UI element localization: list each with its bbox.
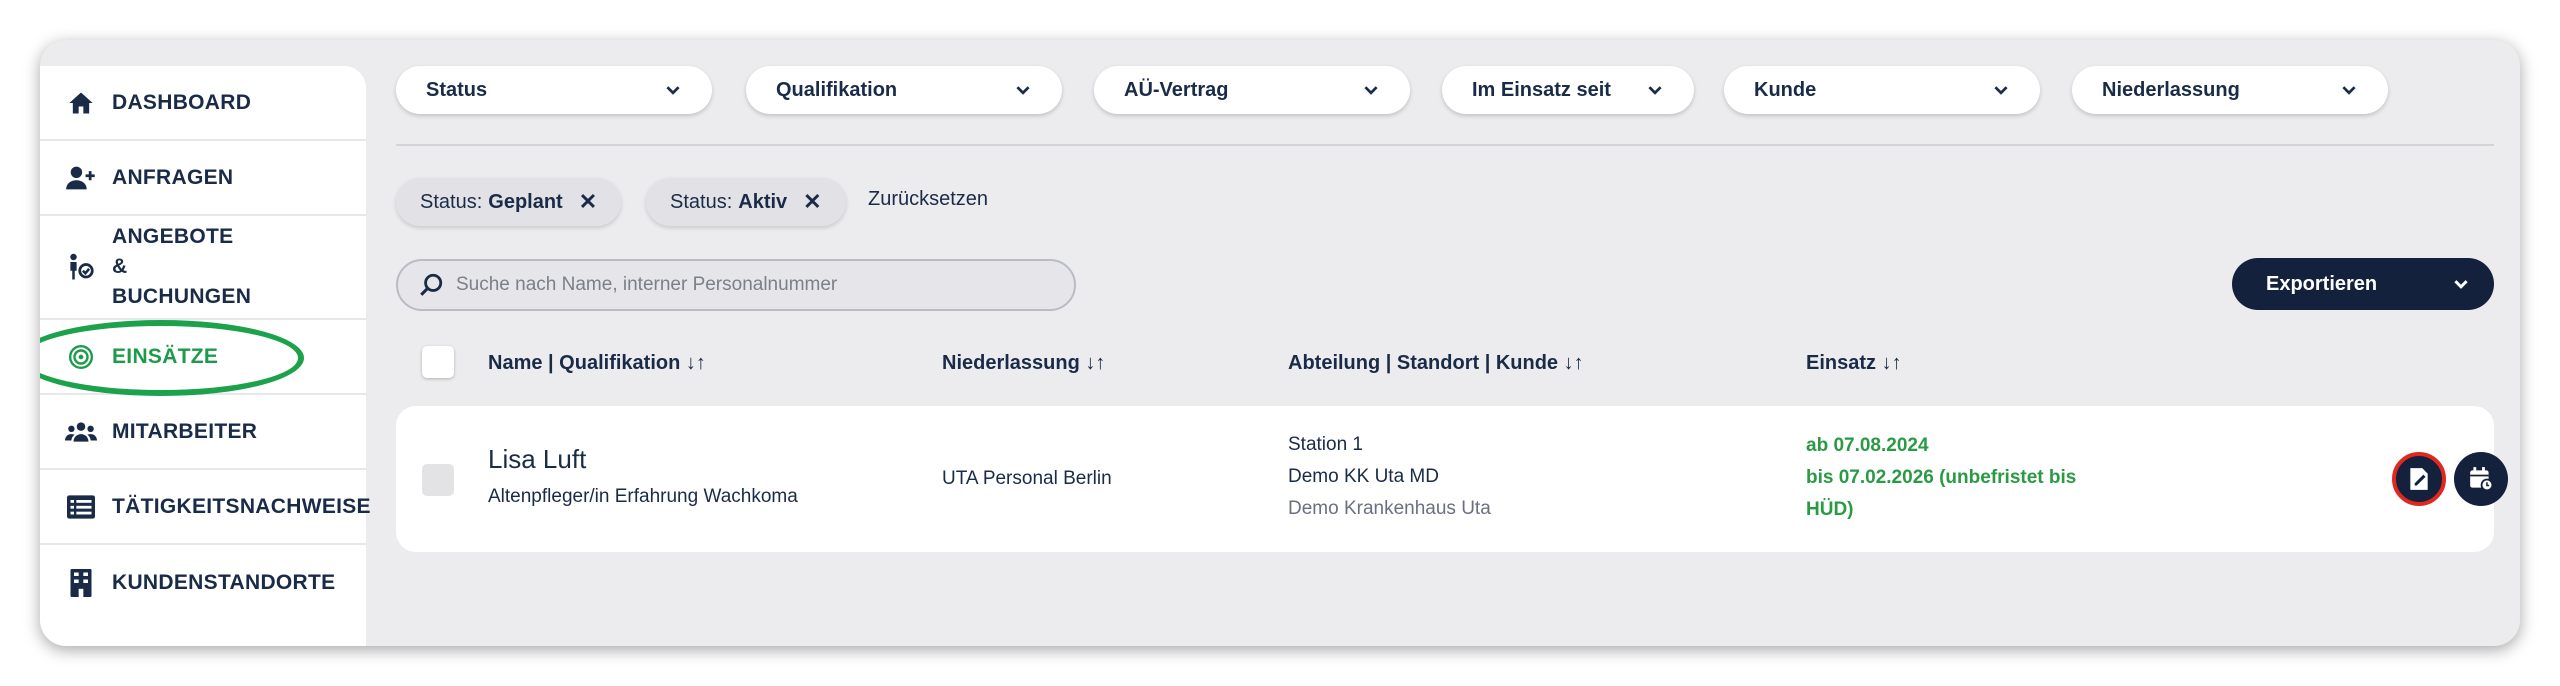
sidebar-item-label: MITARBEITER <box>112 419 258 443</box>
chevron-down-icon <box>1648 86 1662 95</box>
building-icon <box>64 566 98 600</box>
assignment-end: bis 07.02.2026 (unbefristet bis <box>1806 467 2077 488</box>
filter-label: Kunde <box>1754 78 1817 101</box>
column-header-name[interactable]: Name | Qualifikation ↓↑ <box>488 352 706 375</box>
calendar-clock-icon <box>2470 467 2494 492</box>
list-icon <box>64 490 98 524</box>
close-icon[interactable]: ✕ <box>803 189 821 215</box>
chevron-down-icon <box>1994 86 2008 95</box>
employee-qualification: Altenpfleger/in Erfahrung Wachkoma <box>488 486 798 507</box>
sidebar-item-anfragen[interactable]: ANFRAGEN <box>40 141 366 216</box>
sidebar-item-label: ANGEBOTE & BUCHUNGEN <box>112 225 252 308</box>
edit-assignment-button[interactable] <box>2392 452 2446 506</box>
filter-label: Status <box>426 78 488 101</box>
filter-qualifikation[interactable]: Qualifikation <box>746 66 1062 114</box>
customer: Demo Krankenhaus Uta <box>1288 498 1491 519</box>
chevron-down-icon <box>1364 86 1378 95</box>
sidebar: DASHBOARD ANFRAGEN ANGEBOTE & BUCHUNGEN … <box>40 66 371 646</box>
sidebar-item-mitarbeiter[interactable]: MITARBEITER <box>40 395 366 470</box>
filter-divider <box>396 144 2494 146</box>
column-header-einsatz[interactable]: Einsatz ↓↑ <box>1806 352 1902 375</box>
chevron-down-icon <box>2454 280 2468 289</box>
sidebar-item-label: TÄTIGKEITSNACHWEISE <box>112 494 371 518</box>
branch: UTA Personal Berlin <box>942 468 1112 489</box>
offers-icon <box>64 250 98 284</box>
table-row[interactable]: Lisa Luft Altenpfleger/in Erfahrung Wach… <box>396 406 2508 552</box>
app-window: DASHBOARD ANFRAGEN ANGEBOTE & BUCHUNGEN … <box>40 40 2520 646</box>
filter-niederlassung[interactable]: Niederlassung <box>2072 66 2388 114</box>
employee-name[interactable]: Lisa Luft <box>488 444 586 475</box>
department: Station 1 <box>1288 434 1363 455</box>
export-label: Exportieren <box>2266 272 2378 295</box>
assignment-end-cont: HÜD) <box>1806 499 1854 520</box>
filter-kunde[interactable]: Kunde <box>1724 66 2040 114</box>
row-checkbox[interactable] <box>422 464 454 496</box>
reset-link[interactable]: Zurücksetzen <box>868 188 988 211</box>
filter-label: AÜ-Vertrag <box>1124 78 1229 101</box>
filter-label: Qualifikation <box>776 78 898 101</box>
export-button[interactable]: Exportieren <box>2232 258 2494 310</box>
chevron-down-icon <box>666 86 680 95</box>
sidebar-item-angebote[interactable]: ANGEBOTE & BUCHUNGEN <box>40 216 366 320</box>
sidebar-item-label: ANFRAGEN <box>112 165 234 189</box>
filter-status[interactable]: Status <box>396 66 712 114</box>
chevron-down-icon <box>1016 86 1030 95</box>
search-icon <box>420 273 443 296</box>
sidebar-item-kundenstandorte[interactable]: KUNDENSTANDORTE <box>40 545 366 620</box>
chip-value: Aktiv <box>738 190 788 213</box>
filter-ae-vertrag[interactable]: AÜ-Vertrag <box>1094 66 1410 114</box>
search-input[interactable] <box>456 274 1016 296</box>
location: Demo KK Uta MD <box>1288 466 1439 487</box>
edit-document-icon <box>2410 468 2428 490</box>
sidebar-item-label: EINSÄTZE <box>112 344 219 368</box>
close-icon[interactable]: ✕ <box>579 189 597 215</box>
filter-im-einsatz-seit[interactable]: Im Einsatz seit <box>1442 66 1694 114</box>
filter-label: Niederlassung <box>2102 78 2240 101</box>
filter-label: Im Einsatz seit <box>1472 78 1611 101</box>
filter-chip-geplant: Status: Geplant ✕ <box>396 178 622 226</box>
column-header-abteilung[interactable]: Abteilung | Standort | Kunde ↓↑ <box>1288 352 1584 375</box>
sidebar-item-dashboard[interactable]: DASHBOARD <box>40 66 366 141</box>
sidebar-item-taetigkeitsnachweise[interactable]: TÄTIGKEITSNACHWEISE <box>40 470 371 545</box>
sidebar-item-einsaetze[interactable]: EINSÄTZE <box>40 320 366 395</box>
chip-value: Geplant <box>488 190 563 213</box>
chip-prefix: Status: <box>420 190 483 213</box>
add-person-icon <box>64 161 98 195</box>
select-all-checkbox[interactable] <box>422 346 454 378</box>
sidebar-item-label: DASHBOARD <box>112 90 252 114</box>
target-icon <box>64 340 98 374</box>
filter-chip-aktiv: Status: Aktiv ✕ <box>646 178 846 226</box>
home-icon <box>64 86 98 120</box>
column-header-niederlassung[interactable]: Niederlassung ↓↑ <box>942 352 1105 375</box>
assignment-start: ab 07.08.2024 <box>1806 435 1929 456</box>
chip-prefix: Status: <box>670 190 733 213</box>
group-icon <box>64 415 98 449</box>
search-box <box>396 259 1076 311</box>
calendar-action-button[interactable] <box>2454 452 2508 506</box>
sidebar-item-label: KUNDENSTANDORTE <box>112 570 336 594</box>
chevron-down-icon <box>2342 86 2356 95</box>
